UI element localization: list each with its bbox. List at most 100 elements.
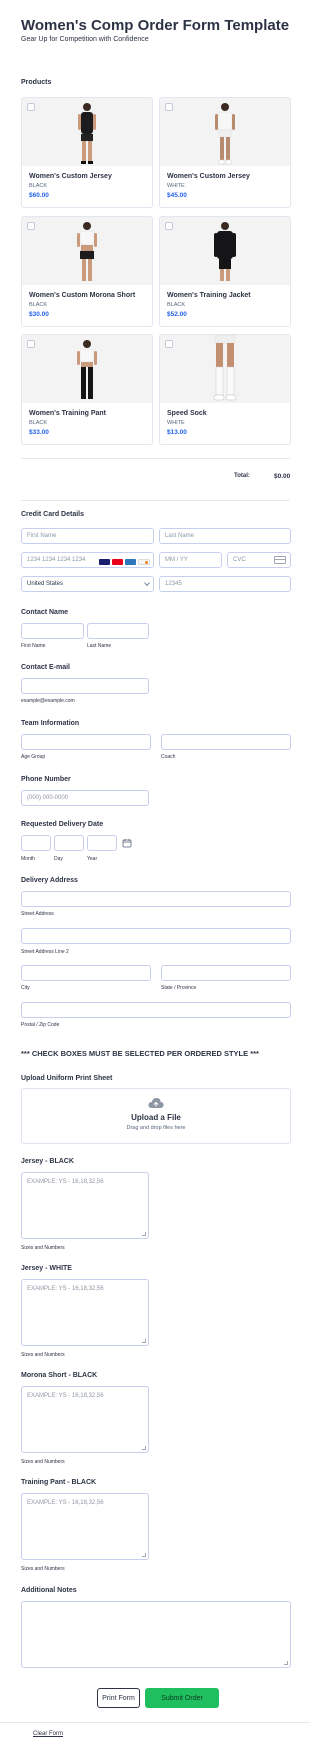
divider — [21, 500, 290, 501]
delivery-address-label: Delivery Address — [21, 877, 78, 884]
sizes-sublabel: Sizes and Numbers — [21, 1352, 65, 1358]
postal-zip-input[interactable] — [21, 1002, 291, 1018]
cvc-card-icon — [274, 556, 286, 564]
street-address-input[interactable] — [21, 891, 291, 907]
training-pant-label: Training Pant - BLACK — [21, 1479, 97, 1486]
product-checkbox[interactable] — [27, 103, 35, 111]
street-address-sublabel: Street Address — [21, 911, 54, 917]
product-checkbox[interactable] — [165, 222, 173, 230]
month-input[interactable] — [21, 835, 51, 851]
day-sublabel: Day — [54, 856, 63, 862]
upload-hint: Drag and drop files here — [126, 1125, 186, 1131]
visa-icon — [99, 559, 110, 565]
phone-input[interactable]: (000) 000-0000 — [21, 790, 149, 806]
product-card-jersey-black[interactable]: Women's Custom Jersey BLACK $60.00 — [21, 97, 153, 208]
product-card-training-jacket[interactable]: Women's Training Jacket BLACK $52.00 — [159, 216, 291, 327]
product-name: Women's Custom Jersey — [29, 173, 112, 180]
cloud-upload-icon — [148, 1098, 164, 1108]
contact-last-name-input[interactable] — [87, 623, 149, 639]
sizes-sublabel: Sizes and Numbers — [21, 1459, 65, 1465]
product-image — [160, 98, 290, 166]
email-sublabel: example@example.com — [21, 698, 75, 704]
cc-last-name-input[interactable]: Last Name — [159, 528, 291, 544]
city-sublabel: City — [21, 985, 30, 991]
clear-form-link[interactable]: Clear Form — [33, 1731, 63, 1737]
product-card-jersey-white[interactable]: Women's Custom Jersey WHITE $45.00 — [159, 97, 291, 208]
discover-icon — [138, 559, 150, 565]
age-group-input[interactable] — [21, 734, 151, 750]
print-form-button[interactable]: Print Form — [97, 1688, 140, 1708]
sizes-sublabel: Sizes and Numbers — [21, 1566, 65, 1572]
product-checkbox[interactable] — [165, 340, 173, 348]
state-input[interactable] — [161, 965, 291, 981]
resize-handle[interactable] — [284, 1661, 288, 1665]
athlete-pant-image — [77, 340, 97, 399]
contact-name-label: Contact Name — [21, 609, 69, 616]
sizes-sublabel: Sizes and Numbers — [21, 1245, 65, 1251]
products-label: Products — [21, 79, 52, 86]
year-input[interactable] — [87, 835, 117, 851]
jersey-black-textarea[interactable]: EXAMPLE: YS - 16,18,32,56 — [21, 1172, 149, 1239]
city-input[interactable] — [21, 965, 151, 981]
jersey-white-textarea[interactable]: EXAMPLE: YS - 16,18,32,56 — [21, 1279, 149, 1346]
product-name: Speed Sock — [167, 410, 207, 417]
coach-sublabel: Coach — [161, 754, 176, 760]
product-color: BLACK — [29, 183, 48, 189]
country-value: United States — [27, 581, 64, 587]
additional-notes-textarea[interactable] — [21, 1601, 291, 1668]
product-card-training-pant[interactable]: Women's Training Pant BLACK $33.00 — [21, 334, 153, 445]
product-card-morona-short[interactable]: Women's Custom Morona Short BLACK $30.00 — [21, 216, 153, 327]
morona-short-textarea[interactable]: EXAMPLE: YS - 16,18,32,56 — [21, 1386, 149, 1453]
submit-order-button[interactable]: Submit Order — [145, 1688, 219, 1708]
resize-handle[interactable] — [142, 1553, 146, 1557]
contact-first-name-input[interactable] — [21, 623, 84, 639]
athlete-black-jersey-image — [78, 103, 96, 164]
expiry-input[interactable]: MM / YY — [159, 552, 222, 568]
postal-code-input[interactable]: 12345 — [159, 576, 291, 592]
street-address-2-input[interactable] — [21, 928, 291, 944]
cc-first-name-input[interactable]: First Name — [21, 528, 154, 544]
page-title: Women's Comp Order Form Template — [21, 17, 290, 34]
delivery-date-label: Requested Delivery Date — [21, 821, 104, 828]
product-checkbox[interactable] — [27, 340, 35, 348]
product-image — [22, 217, 152, 285]
email-input[interactable] — [21, 678, 149, 694]
product-price: $33.00 — [29, 429, 49, 436]
product-name: Women's Training Jacket — [167, 292, 251, 299]
product-price: $30.00 — [29, 311, 49, 318]
total-value: $0.00 — [274, 473, 291, 480]
product-name: Women's Custom Morona Short — [29, 292, 136, 299]
sock-legs-image — [213, 335, 237, 401]
footer-divider — [0, 1722, 310, 1723]
product-image — [160, 335, 290, 403]
checkbox-notice: *** CHECK BOXES MUST BE SELECTED PER ORD… — [21, 1049, 259, 1058]
product-price: $60.00 — [29, 192, 49, 199]
athlete-white-jersey-image — [215, 103, 235, 165]
product-price: $52.00 — [167, 311, 187, 318]
calendar-icon[interactable] — [122, 838, 132, 848]
training-pant-textarea[interactable]: EXAMPLE: YS - 16,18,32,56 — [21, 1493, 149, 1560]
product-name: Women's Training Pant — [29, 410, 106, 417]
resize-handle[interactable] — [142, 1232, 146, 1236]
day-input[interactable] — [54, 835, 84, 851]
textarea-placeholder: EXAMPLE: YS - 16,18,32,56 — [27, 1500, 104, 1506]
amex-icon — [125, 559, 136, 565]
cvc-placeholder: CVC — [233, 557, 246, 563]
country-select[interactable]: United States — [21, 576, 154, 592]
coach-input[interactable] — [161, 734, 291, 750]
product-checkbox[interactable] — [165, 103, 173, 111]
additional-notes-label: Additional Notes — [21, 1587, 77, 1594]
state-sublabel: State / Province — [161, 985, 197, 991]
age-group-sublabel: Age Group — [21, 754, 46, 760]
athlete-short-image — [77, 222, 97, 281]
postal-zip-sublabel: Postal / Zip Code — [21, 1022, 60, 1028]
product-image — [160, 217, 290, 285]
street-address-2-sublabel: Street Address Line 2 — [21, 949, 69, 955]
product-card-speed-sock[interactable]: Speed Sock WHITE $13.00 — [159, 334, 291, 445]
product-color: BLACK — [29, 420, 48, 426]
product-checkbox[interactable] — [27, 222, 35, 230]
athlete-jacket-image — [214, 222, 236, 281]
jersey-black-label: Jersey - BLACK — [21, 1158, 74, 1165]
resize-handle[interactable] — [142, 1446, 146, 1450]
resize-handle[interactable] — [142, 1339, 146, 1343]
